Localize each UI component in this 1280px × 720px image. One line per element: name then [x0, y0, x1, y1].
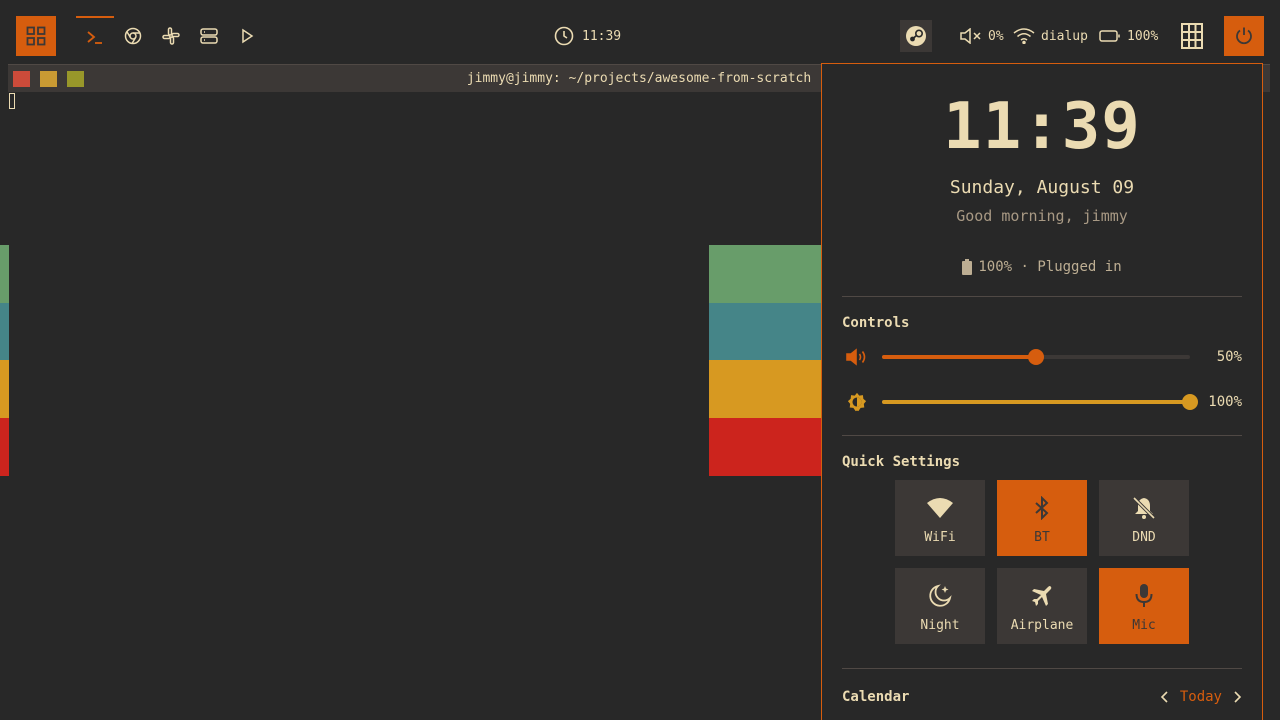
- bell-off-icon: [1132, 496, 1156, 520]
- panel-battery-text: 100% · Plugged in: [978, 259, 1122, 275]
- microphone-icon: [1135, 584, 1153, 607]
- calendar-title: Calendar: [842, 689, 910, 705]
- clock-icon: [554, 26, 574, 46]
- tray-network[interactable]: dialup: [1013, 24, 1088, 48]
- panel-date: Sunday, August 09: [949, 177, 1135, 198]
- divider: [842, 668, 1242, 669]
- power-button[interactable]: [1224, 16, 1264, 56]
- chevron-right-icon[interactable]: [1232, 691, 1242, 703]
- battery-full-icon: [962, 259, 973, 275]
- tile-label: BT: [1034, 530, 1050, 545]
- calendar-today-button[interactable]: Today: [1180, 689, 1222, 705]
- volume-slider-row: 50%: [842, 345, 1242, 369]
- controls-title: Controls: [842, 315, 910, 331]
- tray-steam[interactable]: [900, 20, 932, 52]
- tile-airplane[interactable]: Airplane: [997, 568, 1087, 644]
- chevron-left-icon[interactable]: [1160, 691, 1170, 703]
- tray-volume[interactable]: 0%: [960, 24, 1004, 48]
- moon-icon: [929, 584, 952, 607]
- battery-icon: [1099, 30, 1120, 42]
- volume-slider-knob[interactable]: [1028, 349, 1044, 365]
- slack-icon: [162, 27, 180, 45]
- terminal-cursor: [9, 93, 15, 109]
- brightness-icon[interactable]: [846, 392, 868, 412]
- panel-greeting: Good morning, jimmy: [956, 207, 1128, 225]
- volume-value: 50%: [1216, 349, 1242, 365]
- task-play[interactable]: [228, 16, 266, 56]
- task-servers[interactable]: [190, 16, 228, 56]
- panel-clock: 11:39: [943, 90, 1141, 164]
- tile-label: WiFi: [924, 530, 956, 545]
- volume-slider[interactable]: [882, 349, 1190, 365]
- divider: [842, 435, 1242, 436]
- play-icon: [242, 28, 254, 44]
- panel-battery-status: 100% · Plugged in: [822, 259, 1262, 275]
- tile-label: Mic: [1132, 618, 1156, 633]
- task-chrome[interactable]: [114, 16, 152, 56]
- brightness-slider-fill: [882, 400, 1190, 404]
- tile-label: DND: [1132, 530, 1156, 545]
- layout-button[interactable]: [1180, 22, 1204, 50]
- divider: [842, 296, 1242, 297]
- launcher-button[interactable]: [16, 16, 56, 56]
- tile-label: Night: [920, 618, 960, 633]
- task-slack[interactable]: [152, 16, 190, 56]
- topbar-clock-text: 11:39: [582, 28, 622, 44]
- tile-label: Airplane: [1010, 618, 1074, 633]
- topbar-clock[interactable]: 11:39: [554, 24, 621, 48]
- tray-battery-text: 100%: [1127, 28, 1159, 44]
- tray-volume-text: 0%: [988, 28, 1004, 44]
- volume-mute-icon: [960, 28, 981, 44]
- app-grid-icon: [26, 26, 46, 46]
- server-icon: [200, 28, 218, 44]
- brightness-value: 100%: [1208, 394, 1242, 410]
- volume-slider-fill: [882, 355, 1036, 359]
- volume-icon[interactable]: [846, 347, 868, 367]
- tile-mic[interactable]: Mic: [1099, 568, 1189, 644]
- power-icon: [1236, 27, 1252, 45]
- steam-icon: [906, 26, 926, 46]
- task-terminal[interactable]: [76, 16, 114, 56]
- chrome-icon: [124, 27, 142, 45]
- terminal-body[interactable]: [9, 92, 709, 584]
- bluetooth-icon: [1035, 496, 1049, 520]
- top-bar: 11:39 0% dialup 100%: [0, 0, 1280, 64]
- control-center-panel: 11:39 Sunday, August 09 Good morning, ji…: [821, 63, 1263, 720]
- tray-battery[interactable]: 100%: [1099, 24, 1158, 48]
- brightness-slider-knob[interactable]: [1182, 394, 1198, 410]
- airplane-icon: [1032, 586, 1052, 606]
- wifi-icon: [927, 498, 953, 518]
- layout-grid-icon: [1181, 23, 1203, 49]
- tile-bluetooth[interactable]: BT: [997, 480, 1087, 556]
- tile-night[interactable]: Night: [895, 568, 985, 644]
- brightness-slider-row: 100%: [842, 390, 1242, 414]
- tile-dnd[interactable]: DND: [1099, 480, 1189, 556]
- brightness-slider[interactable]: [882, 394, 1198, 410]
- tile-wifi[interactable]: WiFi: [895, 480, 985, 556]
- wifi-icon: [1013, 28, 1035, 44]
- terminal-icon: [87, 31, 102, 44]
- quick-settings-title: Quick Settings: [842, 454, 961, 470]
- tray-network-text: dialup: [1041, 28, 1088, 44]
- calendar-header: Calendar Today: [842, 689, 1242, 709]
